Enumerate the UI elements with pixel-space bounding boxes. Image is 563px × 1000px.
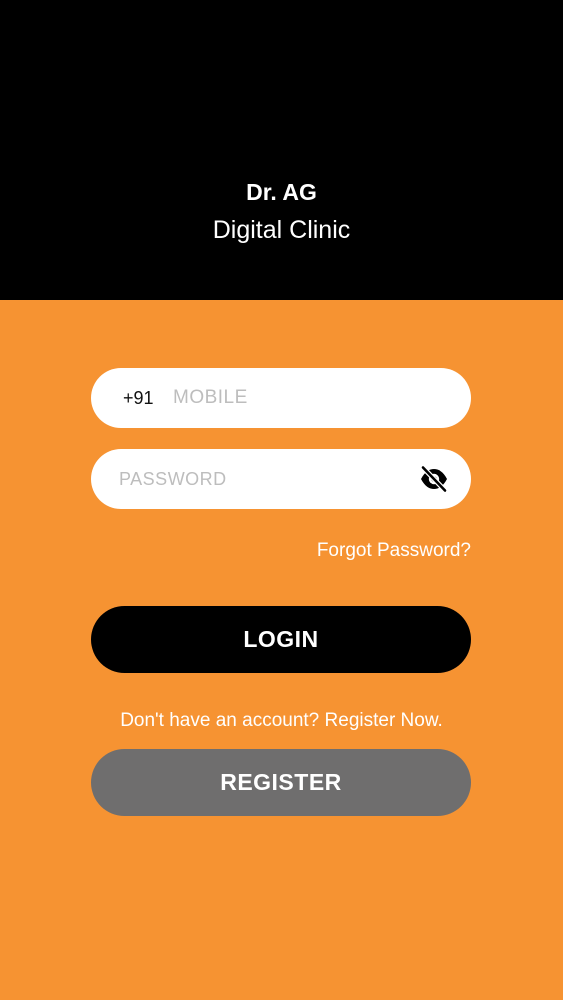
register-prompt: Don't have an account? Register Now. — [120, 710, 443, 731]
forgot-password-link[interactable]: Forgot Password? — [317, 538, 471, 564]
country-code-prefix: +91 — [123, 388, 154, 408]
password-field[interactable] — [91, 449, 471, 509]
mobile-input[interactable] — [173, 368, 443, 428]
eye-off-icon[interactable] — [419, 465, 449, 493]
brand-subtitle: Digital Clinic — [212, 216, 351, 244]
register-button[interactable]: REGISTER — [91, 749, 471, 816]
password-input[interactable] — [119, 449, 409, 509]
mobile-field[interactable]: +91 — [91, 368, 471, 428]
login-button[interactable]: LOGIN — [91, 606, 471, 673]
brand-name: Dr. AG — [246, 179, 317, 205]
brand-header: Dr. AG Digital Clinic — [0, 0, 563, 300]
